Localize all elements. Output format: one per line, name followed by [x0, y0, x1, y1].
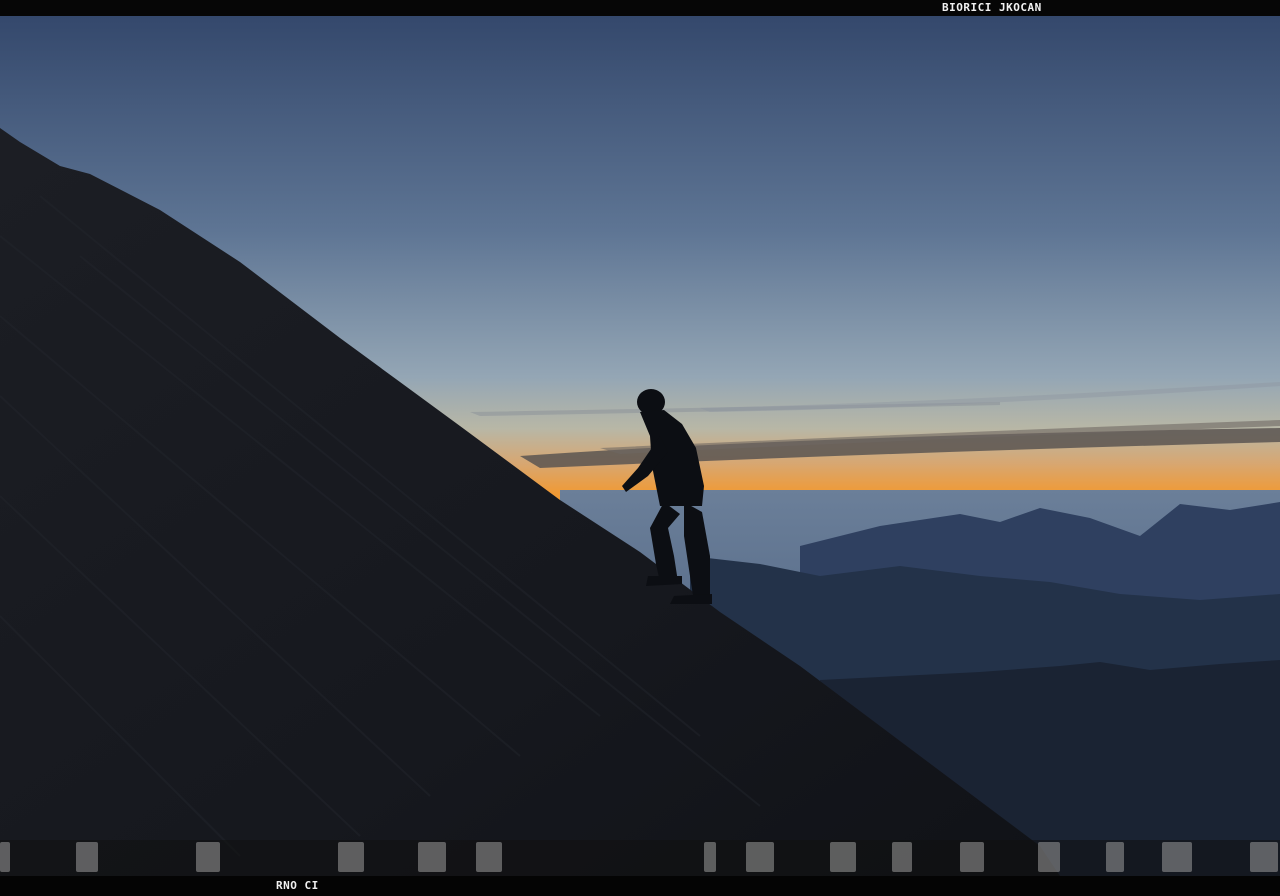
film-bottom-border [0, 876, 1280, 896]
sunset-photo [0, 16, 1280, 876]
film-frame: BIORICI JKOCAN RNO CI [0, 0, 1280, 896]
film-bottom-label: RNO CI [276, 879, 319, 892]
film-perforations [0, 840, 1280, 876]
film-top-border [0, 0, 1280, 16]
film-top-label: BIORICI JKOCAN [942, 1, 1042, 14]
